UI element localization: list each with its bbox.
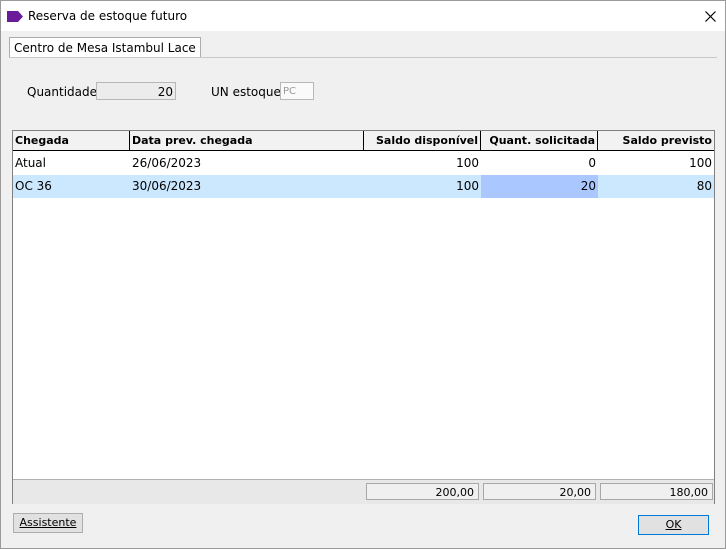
- total-saldo-disponivel: 200,00: [366, 483, 479, 500]
- cell-data-prev[interactable]: 30/06/2023: [130, 175, 364, 198]
- dialog-window: Reserva de estoque futuro Centro de Mesa…: [0, 0, 726, 549]
- cell-quant-solicitada[interactable]: 0: [481, 152, 598, 175]
- cell-saldo-previsto[interactable]: 100: [598, 152, 714, 175]
- col-data-prev-header[interactable]: Data prev. chegada: [130, 131, 364, 151]
- cell-chegada[interactable]: Atual: [13, 152, 130, 175]
- tag-icon: [7, 11, 23, 25]
- total-quant-solicitada: 20,00: [483, 483, 596, 500]
- col-quant-solicitada-header[interactable]: Quant. solicitada: [481, 131, 598, 151]
- reservation-grid[interactable]: Chegada Data prev. chegada Saldo disponí…: [12, 130, 715, 504]
- quantidade-label: Quantidade: [27, 85, 98, 99]
- table-row[interactable]: Atual 26/06/2023 100 0 100: [13, 152, 714, 175]
- total-saldo-previsto: 180,00: [600, 483, 713, 500]
- un-estoque-field: PC: [280, 82, 314, 100]
- ok-button[interactable]: OK: [638, 515, 709, 535]
- col-saldo-disponivel-header[interactable]: Saldo disponível: [364, 131, 481, 151]
- cell-saldo-disponivel[interactable]: 100: [364, 175, 481, 198]
- close-icon: [704, 10, 716, 22]
- table-row-selected[interactable]: OC 36 30/06/2023 100 20 80: [13, 175, 714, 198]
- cell-data-prev[interactable]: 26/06/2023: [130, 152, 364, 175]
- tab-product[interactable]: Centro de Mesa Istambul Lace: [9, 37, 201, 58]
- close-button[interactable]: [695, 1, 725, 31]
- assistente-button[interactable]: Assistente: [13, 513, 83, 533]
- cell-saldo-previsto[interactable]: 80: [598, 175, 714, 198]
- totals-footer: 200,00 20,00 180,00: [13, 479, 714, 504]
- cell-quant-solicitada-focused[interactable]: 20: [481, 175, 598, 198]
- grid-header: Chegada Data prev. chegada Saldo disponí…: [13, 131, 714, 152]
- col-saldo-previsto-header[interactable]: Saldo previsto: [598, 131, 714, 151]
- tab-divider: [9, 57, 717, 58]
- cell-saldo-disponivel[interactable]: 100: [364, 152, 481, 175]
- cell-chegada[interactable]: OC 36: [13, 175, 130, 198]
- window-title: Reserva de estoque futuro: [28, 9, 188, 23]
- un-estoque-label: UN estoque: [211, 85, 281, 99]
- col-chegada-header[interactable]: Chegada: [13, 131, 130, 151]
- title-bar[interactable]: Reserva de estoque futuro: [1, 1, 725, 31]
- quantidade-input[interactable]: 20: [96, 82, 176, 100]
